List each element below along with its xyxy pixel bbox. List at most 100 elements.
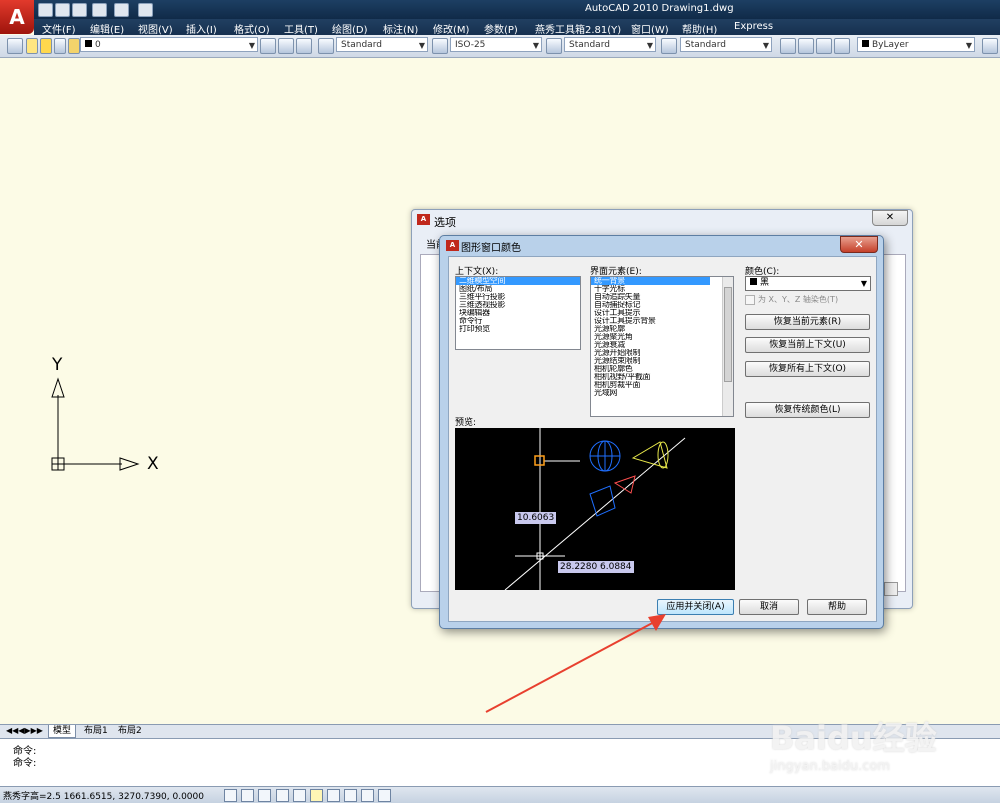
element-item[interactable]: 光源衰减: [591, 341, 733, 349]
color-dropdown[interactable]: ByLayer ▼: [857, 37, 975, 52]
options-close-button[interactable]: ✕: [872, 210, 908, 226]
save-icon[interactable]: [72, 3, 87, 17]
help-button[interactable]: 帮助: [807, 599, 867, 615]
element-item[interactable]: 十字光标: [591, 285, 733, 293]
element-item[interactable]: 光域网: [591, 389, 733, 397]
menu-yanxiu-tools[interactable]: 燕秀工具箱2.81(Y): [535, 21, 621, 36]
mleader-style-dropdown[interactable]: Standard ▼: [680, 37, 772, 52]
make-current-layer-icon[interactable]: [260, 38, 276, 54]
color-select[interactable]: 黑 ▼: [745, 276, 871, 291]
dim-style-icon[interactable]: [432, 38, 448, 54]
osnap-icon[interactable]: [293, 789, 306, 802]
lock-icon[interactable]: [68, 38, 80, 54]
linetype-icon[interactable]: [982, 38, 998, 54]
polar-icon[interactable]: [276, 789, 289, 802]
menu-file[interactable]: 文件(F): [42, 21, 76, 36]
menu-tools[interactable]: 工具(T): [284, 21, 318, 36]
menu-express[interactable]: Express: [734, 21, 773, 32]
scrollbar-thumb[interactable]: [724, 287, 732, 382]
context-item[interactable]: 命令行: [456, 317, 580, 325]
dyn-icon[interactable]: [344, 789, 357, 802]
element-item[interactable]: 统一背景: [591, 277, 710, 285]
command-prompt-line[interactable]: 命令:: [13, 754, 36, 769]
preview-dimension-2: 28.2280: [558, 561, 600, 573]
context-item[interactable]: 三维平行投影: [456, 293, 580, 301]
snap-icon[interactable]: [224, 789, 237, 802]
table-style-dropdown[interactable]: Standard ▼: [564, 37, 656, 52]
tab-layout1[interactable]: 布局1: [80, 725, 112, 737]
dim-style-dropdown[interactable]: ISO-25 ▼: [450, 37, 542, 52]
redo-icon[interactable]: [114, 3, 129, 17]
tab-model[interactable]: 模型: [48, 725, 77, 738]
element-list-scrollbar[interactable]: [722, 277, 733, 416]
otrack-icon[interactable]: [310, 789, 323, 802]
context-item[interactable]: 打印预览: [456, 325, 580, 333]
new-file-icon[interactable]: [38, 3, 53, 17]
menu-edit[interactable]: 编辑(E): [90, 21, 124, 36]
ducs-icon[interactable]: [327, 789, 340, 802]
tool4-icon[interactable]: [834, 38, 850, 54]
layer-manager-icon[interactable]: [7, 38, 23, 54]
autocad-icon: A: [446, 240, 459, 251]
tab-layout2[interactable]: 布局2: [114, 725, 146, 737]
tool1-icon[interactable]: [780, 38, 796, 54]
options-button-stub[interactable]: [884, 582, 898, 596]
mleader-style-icon[interactable]: [661, 38, 677, 54]
element-item[interactable]: 设计工具提示: [591, 309, 733, 317]
menu-insert[interactable]: 插入(I): [186, 21, 217, 36]
app-menu-logo-icon[interactable]: A: [0, 0, 34, 34]
element-item[interactable]: 相机轮廓色: [591, 365, 733, 373]
quick-properties-icon[interactable]: [378, 789, 391, 802]
menu-draw[interactable]: 绘图(D): [332, 21, 368, 36]
context-list[interactable]: 二维模型空间 图纸/布局 三维平行投影 三维透视投影 块编辑器 命令行 打印预览: [455, 276, 581, 350]
autocad-icon: A: [417, 214, 430, 225]
element-item[interactable]: 光源轮廓: [591, 325, 733, 333]
lightbulb-icon[interactable]: [26, 38, 38, 54]
context-item[interactable]: 三维透视投影: [456, 301, 580, 309]
restore-current-context-button[interactable]: 恢复当前上下文(U): [745, 337, 870, 353]
preview-dimension-3: 6.0884: [598, 561, 634, 573]
layer-previous-icon[interactable]: [278, 38, 294, 54]
restore-all-contexts-button[interactable]: 恢复所有上下文(O): [745, 361, 870, 377]
undo-icon[interactable]: [92, 3, 107, 17]
close-button[interactable]: ✕: [840, 236, 878, 253]
menu-format[interactable]: 格式(O): [234, 21, 270, 36]
print-icon[interactable]: [138, 3, 153, 17]
menu-dimension[interactable]: 标注(N): [383, 21, 418, 36]
restore-classic-colors-button[interactable]: 恢复传统颜色(L): [745, 402, 870, 418]
viewport-freeze-icon[interactable]: [54, 38, 66, 54]
text-style-icon[interactable]: [318, 38, 334, 54]
menu-parametric[interactable]: 参数(P): [484, 21, 518, 36]
context-item[interactable]: 块编辑器: [456, 309, 580, 317]
element-item[interactable]: 设计工具提示背景: [591, 317, 733, 325]
axis-tint-checkbox[interactable]: [745, 295, 755, 305]
element-item[interactable]: 光源聚光角: [591, 333, 733, 341]
element-item[interactable]: 光源开始限制: [591, 349, 733, 357]
element-item[interactable]: 自动追踪矢量: [591, 293, 733, 301]
lineweight-icon[interactable]: [361, 789, 374, 802]
tool2-icon[interactable]: [798, 38, 814, 54]
restore-current-element-button[interactable]: 恢复当前元素(R): [745, 314, 870, 330]
context-item[interactable]: 二维模型空间: [456, 277, 580, 285]
interface-element-list[interactable]: 统一背景 十字光标 自动追踪矢量 自动捕捉标记 设计工具提示 设计工具提示背景 …: [590, 276, 734, 417]
layer-states-icon[interactable]: [296, 38, 312, 54]
layer-dropdown[interactable]: 0 ▼: [80, 37, 258, 52]
element-item[interactable]: 自动捕捉标记: [591, 301, 733, 309]
element-item[interactable]: 光源结束限制: [591, 357, 733, 365]
tool3-icon[interactable]: [816, 38, 832, 54]
cancel-button[interactable]: 取消: [739, 599, 799, 615]
open-file-icon[interactable]: [55, 3, 70, 17]
grid-icon[interactable]: [241, 789, 254, 802]
tab-nav-icons[interactable]: ◀◀◀▶▶▶: [2, 725, 47, 737]
element-item[interactable]: 相机视野/平截面: [591, 373, 733, 381]
sun-icon[interactable]: [40, 38, 52, 54]
text-style-dropdown[interactable]: Standard ▼: [336, 37, 428, 52]
menu-modify[interactable]: 修改(M): [433, 21, 469, 36]
element-item[interactable]: 相机剪裁平面: [591, 381, 733, 389]
table-style-icon[interactable]: [546, 38, 562, 54]
menu-view[interactable]: 视图(V): [138, 21, 173, 36]
menu-window[interactable]: 窗口(W): [631, 21, 669, 36]
context-item[interactable]: 图纸/布局: [456, 285, 580, 293]
ortho-icon[interactable]: [258, 789, 271, 802]
menu-help[interactable]: 帮助(H): [682, 21, 717, 36]
